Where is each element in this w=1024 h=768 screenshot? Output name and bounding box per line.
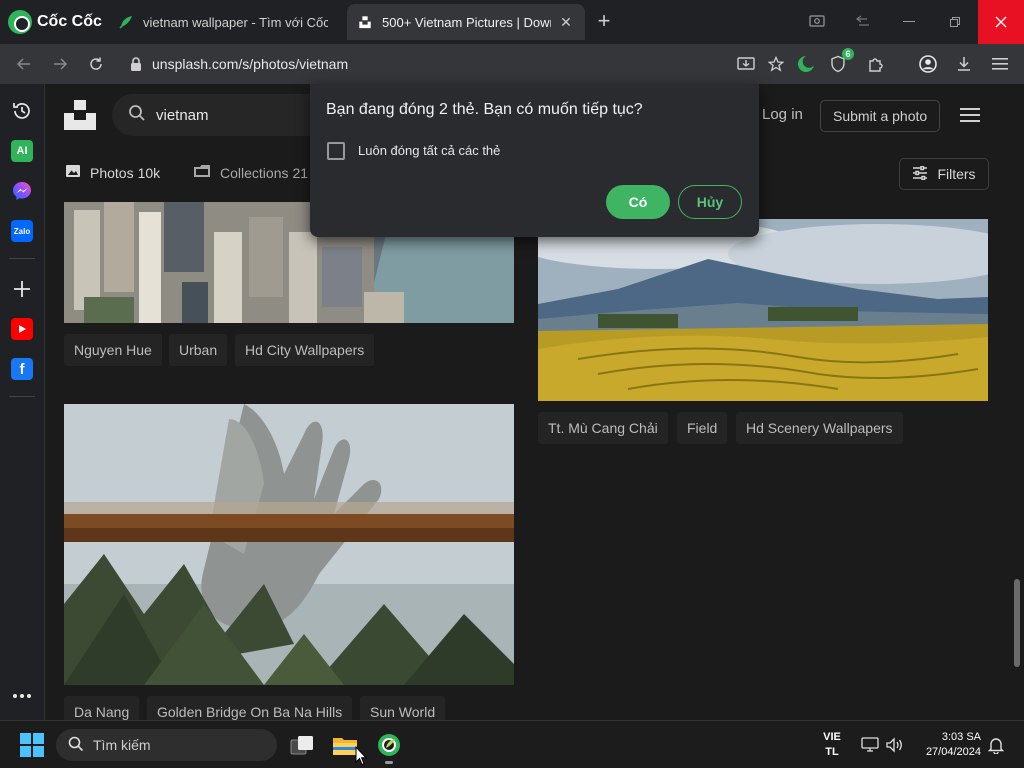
extensions-puzzle-icon[interactable] — [864, 52, 888, 76]
dialog-title: Bạn đang đóng 2 thẻ. Bạn có muốn tiếp tụ… — [326, 101, 643, 118]
back-forward-sync-icon[interactable] — [840, 0, 886, 44]
tab-photos-count: 10k — [137, 164, 161, 181]
coccoc-logo-icon — [8, 10, 32, 34]
history-icon[interactable] — [11, 100, 33, 122]
tag-hd-city-wallpapers[interactable]: Hd City Wallpapers — [235, 334, 375, 366]
unsplash-favicon-icon — [357, 14, 373, 30]
search-icon — [128, 104, 146, 127]
search-icon — [68, 736, 84, 755]
dark-mode-icon[interactable] — [794, 52, 818, 76]
system-clock[interactable]: 3:03 SA 27/04/2024 — [905, 730, 981, 760]
tag-mu-cang-chai[interactable]: Tt. Mù Cang Chải — [538, 412, 668, 444]
tab-strip: Cốc Cốc vietnam wallpaper - Tìm với Cốc … — [0, 0, 1024, 44]
screen: Cốc Cốc vietnam wallpaper - Tìm với Cốc … — [0, 0, 1024, 768]
notification-bell-icon[interactable] — [986, 735, 1006, 755]
collection-folder-icon — [193, 164, 211, 181]
tab-close-icon[interactable]: ✕ — [557, 13, 575, 31]
photo-mu-cang-chai-terraces[interactable] — [538, 219, 988, 401]
volume-icon[interactable] — [884, 735, 904, 755]
address-bar-url[interactable]: unsplash.com/s/photos/vietnam — [152, 56, 348, 72]
tab-vietnam-wallpaper[interactable]: vietnam wallpaper - Tìm với Cốc Cốc — [108, 4, 338, 40]
extension-badge: 6 — [842, 48, 854, 60]
sidebar-divider — [9, 396, 35, 397]
lock-icon[interactable] — [128, 56, 144, 72]
ai-assistant-icon[interactable]: AI — [11, 140, 33, 162]
input-language-indicator[interactable]: VIE TL — [818, 730, 846, 760]
login-link[interactable]: Log in — [762, 106, 803, 123]
close-tabs-dialog: Bạn đang đóng 2 thẻ. Bạn có muốn tiếp tụ… — [310, 84, 759, 237]
tag-field[interactable]: Field — [677, 412, 728, 444]
clock-date: 27/04/2024 — [925, 746, 981, 758]
bookmark-star-icon[interactable] — [764, 52, 788, 76]
youtube-icon[interactable] — [11, 318, 33, 340]
tab-title: vietnam wallpaper - Tìm với Cốc Cốc — [143, 14, 328, 30]
confirm-button[interactable]: Có — [606, 185, 670, 219]
submit-photo-button[interactable]: Submit a photo — [820, 100, 941, 132]
tab-unsplash-vietnam[interactable]: 500+ Vietnam Pictures | Download Free Im… — [347, 4, 585, 40]
tag-da-nang[interactable]: Da Nang — [64, 696, 140, 720]
scrollbar-thumb[interactable] — [1014, 579, 1020, 667]
back-button[interactable] — [12, 52, 36, 76]
tab-collections[interactable]: Collections 21 — [193, 164, 308, 181]
reload-button[interactable] — [84, 52, 108, 76]
mouse-cursor-icon — [355, 745, 368, 766]
messenger-icon[interactable] — [11, 180, 33, 202]
always-close-checkbox[interactable] — [327, 142, 345, 160]
windows-taskbar: Tìm kiếm VIE TL 3:03 SA 27/04/2024 — [0, 720, 1024, 768]
filters-label: Filters — [937, 166, 976, 182]
tab-photos[interactable]: Photos 10k — [65, 164, 160, 181]
cancel-button[interactable]: Hủy — [678, 185, 742, 219]
restore-button[interactable] — [932, 0, 978, 44]
browser-brand[interactable]: Cốc Cốc — [8, 9, 102, 35]
network-icon[interactable] — [860, 735, 880, 755]
task-view-icon[interactable] — [288, 731, 316, 759]
tag-nguyen-hue[interactable]: Nguyen Hue — [64, 334, 162, 366]
browser-sidebar: AI Zalo f — [0, 84, 45, 720]
unsplash-logo-icon[interactable] — [64, 98, 96, 130]
adblock-shield-icon[interactable]: 6 — [826, 48, 854, 76]
windows-start-icon[interactable] — [20, 733, 44, 757]
filters-button[interactable]: Filters — [899, 158, 989, 190]
zalo-icon[interactable]: Zalo — [11, 220, 33, 242]
profile-icon[interactable] — [916, 52, 940, 76]
tag-hd-scenery-wallpapers[interactable]: Hd Scenery Wallpapers — [736, 412, 903, 444]
tab-collections-label: Collections — [220, 164, 289, 181]
more-options-icon[interactable] — [11, 685, 33, 707]
forward-button[interactable] — [48, 52, 72, 76]
install-app-icon[interactable] — [734, 52, 758, 76]
photo-golden-bridge-da-nang[interactable] — [64, 404, 514, 685]
menu-icon[interactable] — [988, 52, 1012, 76]
brand-name: Cốc Cốc — [37, 13, 102, 30]
tab-photos-label: Photos — [90, 164, 134, 181]
taskbar-search-placeholder: Tìm kiếm — [93, 737, 151, 753]
tag-golden-bridge[interactable]: Golden Bridge On Ba Na Hills — [147, 696, 353, 720]
clock-time: 3:03 SA — [941, 731, 981, 743]
facebook-icon[interactable]: f — [11, 358, 33, 380]
running-indicator — [385, 761, 393, 764]
screenshot-icon[interactable] — [794, 0, 840, 44]
sidebar-divider — [9, 258, 35, 259]
taskbar-search[interactable]: Tìm kiếm — [56, 729, 277, 761]
new-tab-button[interactable]: + — [593, 10, 615, 33]
hamburger-menu-icon[interactable] — [960, 106, 982, 124]
photo-icon — [65, 164, 81, 181]
tag-sun-world[interactable]: Sun World — [360, 696, 446, 720]
tab-title: 500+ Vietnam Pictures | Download Free Im… — [382, 14, 551, 30]
coccoc-browser-taskbar-icon[interactable] — [375, 731, 403, 764]
add-app-icon[interactable] — [11, 278, 33, 300]
lang-line-2: TL — [825, 746, 839, 758]
lang-line-1: VIE — [823, 731, 841, 743]
coccoc-search-favicon-icon — [118, 14, 134, 30]
close-window-button[interactable] — [978, 0, 1024, 44]
tag-urban[interactable]: Urban — [169, 334, 228, 366]
tab-collections-count: 21 — [292, 164, 309, 181]
always-close-label[interactable]: Luôn đóng tất cả các thẻ — [358, 143, 500, 158]
downloads-icon[interactable] — [952, 52, 976, 76]
minimize-button[interactable] — [886, 0, 932, 44]
browser-toolbar: unsplash.com/s/photos/vietnam 6 — [0, 44, 1024, 84]
sliders-icon — [912, 165, 928, 183]
